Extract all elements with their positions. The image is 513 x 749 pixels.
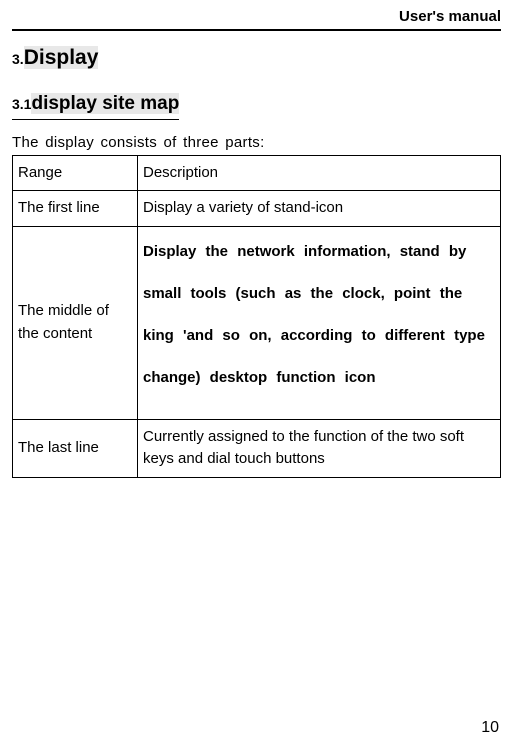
section-title: 3.Display [12, 43, 501, 72]
table-cell-range: The last line [13, 419, 138, 477]
subsection-wrapper: 3.1display site map [12, 90, 501, 134]
section-number: 3. [12, 51, 24, 67]
table-header-row: Range Description [13, 155, 501, 191]
table-cell-description: Currently assigned to the function of th… [138, 419, 501, 477]
subsection-number: 3.1 [12, 96, 31, 112]
table-cell-range: The middle of the content [13, 226, 138, 419]
table-header-description: Description [138, 155, 501, 191]
subsection-title: 3.1display site map [12, 90, 179, 120]
table-cell-description: Display a variety of stand-icon [138, 191, 501, 227]
table-row: The last line Currently assigned to the … [13, 419, 501, 477]
subsection-text: display site map [31, 93, 179, 114]
page-number: 10 [481, 719, 499, 737]
table-header-range: Range [13, 155, 138, 191]
header-title: User's manual [399, 8, 501, 25]
table-row: The first line Display a variety of stan… [13, 191, 501, 227]
table-row: The middle of the content Display the ne… [13, 226, 501, 419]
display-parts-table: Range Description The first line Display… [12, 155, 501, 478]
section-text: Display [24, 46, 99, 69]
document-header: User's manual [12, 8, 501, 31]
intro-text: The display consists of three parts: [12, 134, 501, 151]
table-cell-description: Display the network information, stand b… [138, 226, 501, 419]
table-cell-range: The first line [13, 191, 138, 227]
